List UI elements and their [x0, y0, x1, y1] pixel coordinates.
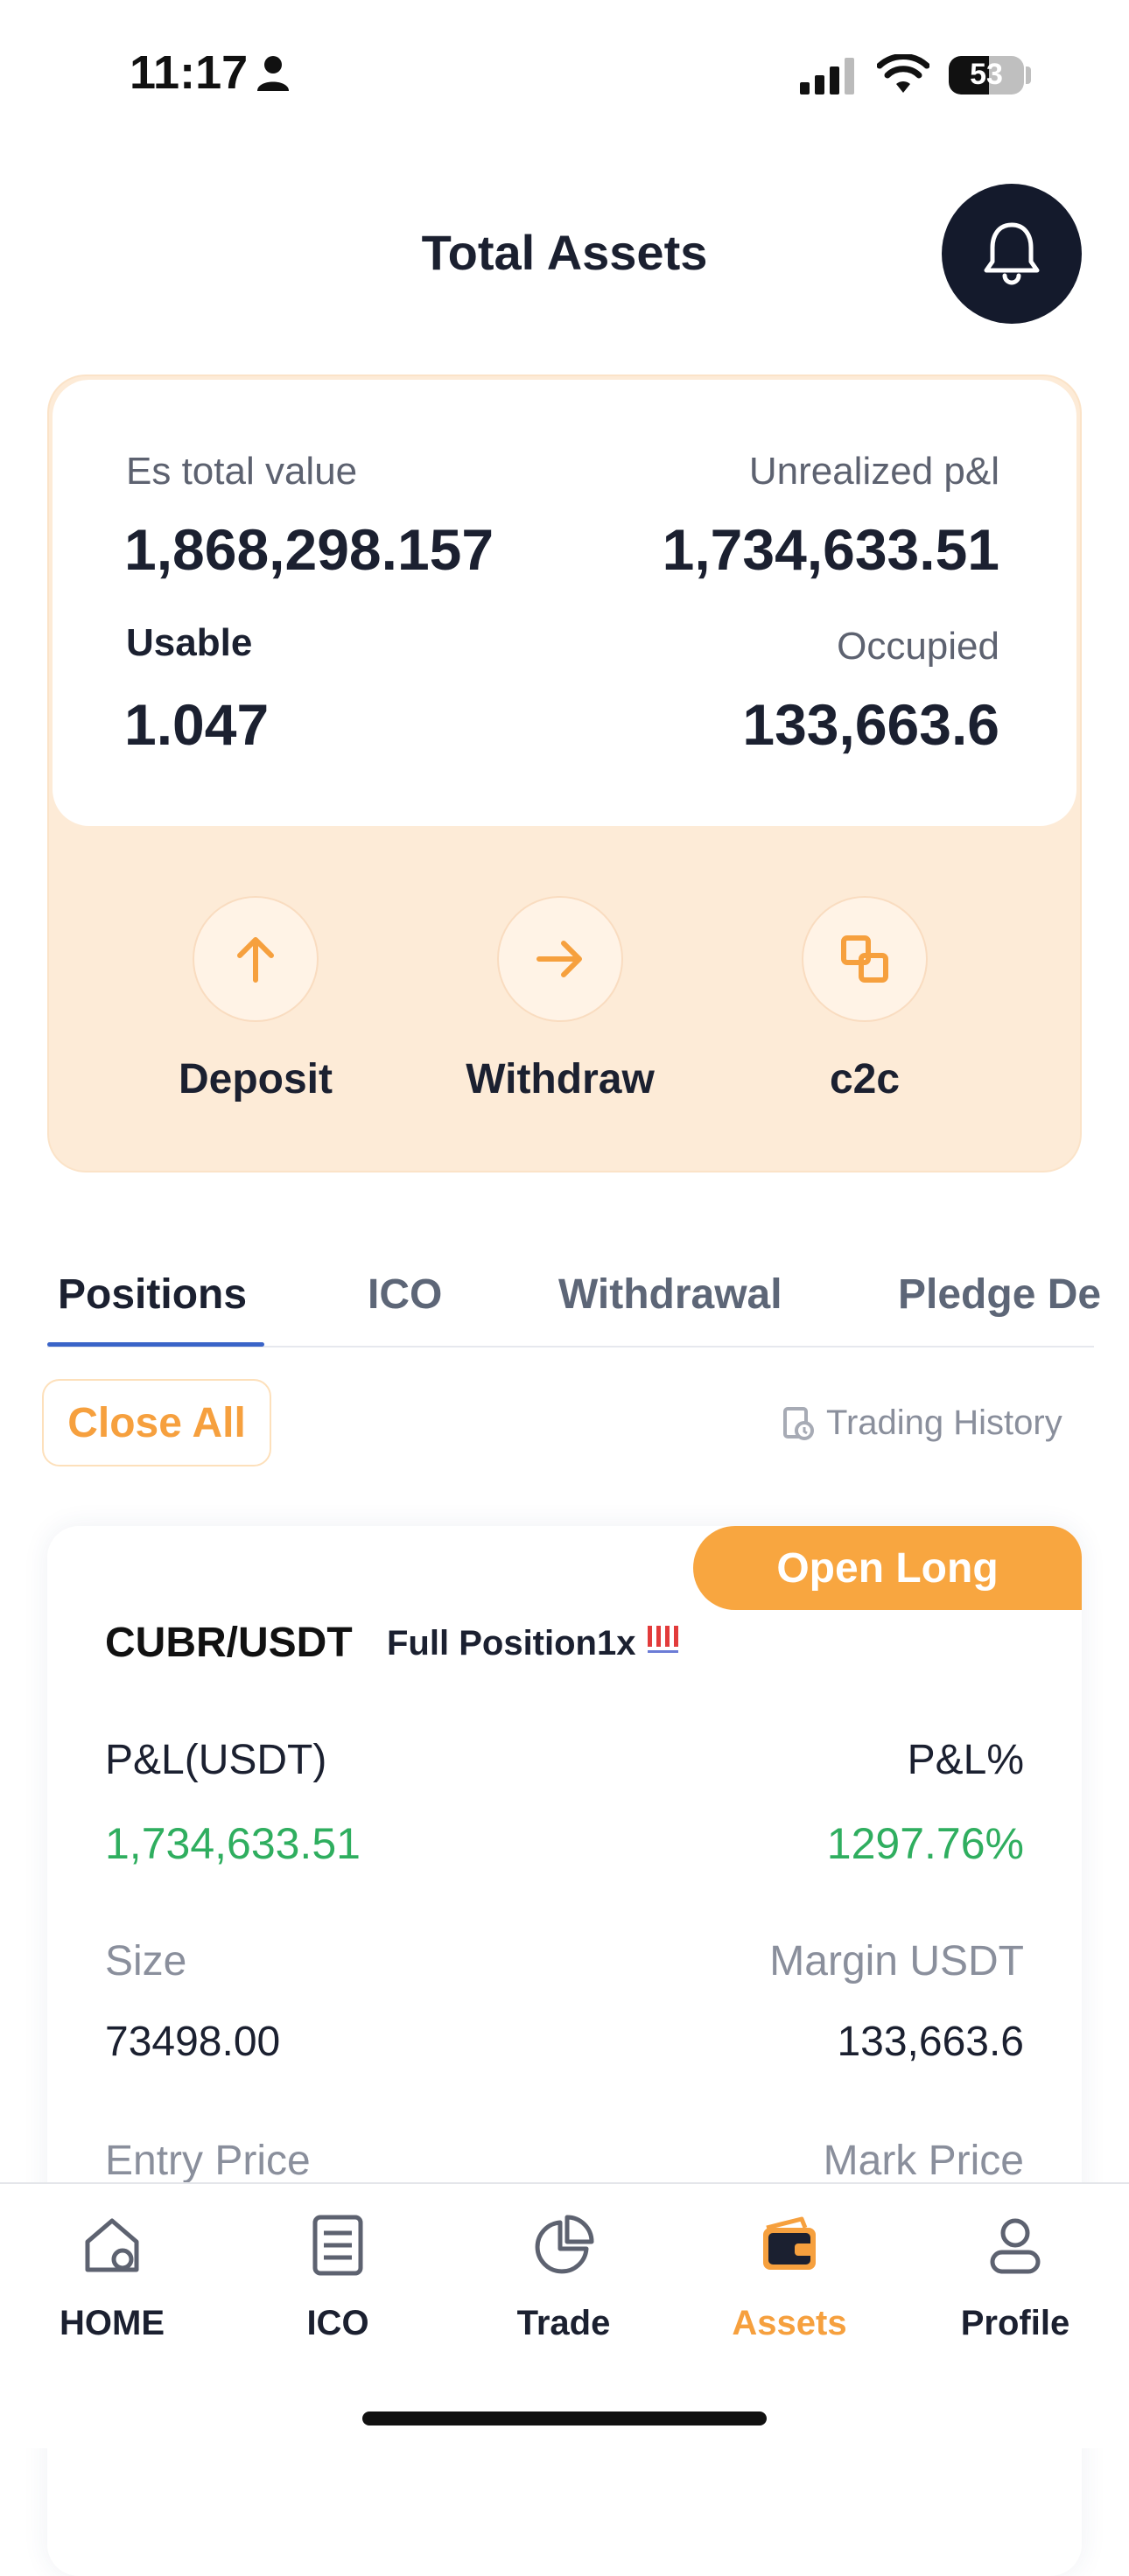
wallet-icon	[763, 2216, 816, 2270]
nav-trade-label: Trade	[516, 2304, 611, 2342]
size-label: Size	[105, 1938, 187, 1984]
pnl-pct-value: 1297.76%	[826, 1819, 1024, 1868]
es-total-label: Es total value	[126, 450, 358, 493]
person-icon	[257, 56, 289, 91]
wifi-icon	[877, 54, 929, 93]
nav-ico-label: ICO	[306, 2304, 369, 2342]
tab-positions[interactable]: Positions	[58, 1270, 247, 1319]
usable-value: 1.047	[124, 692, 270, 757]
withdraw-label: Withdraw	[466, 1056, 655, 1102]
pie-chart-icon	[535, 2215, 594, 2274]
withdraw-icon-circle	[497, 896, 623, 1022]
mark-price-label: Mark Price	[823, 2138, 1024, 2184]
pnl-value: 1,734,633.51	[105, 1819, 361, 1868]
history-icon	[783, 1406, 814, 1440]
notifications-button[interactable]	[942, 184, 1082, 324]
home-icon	[85, 2218, 139, 2272]
nav-home[interactable]: HOME	[25, 2210, 200, 2343]
entry-price-label: Entry Price	[105, 2138, 311, 2184]
c2c-icon-circle	[802, 896, 928, 1022]
deposit-button[interactable]: Deposit	[151, 896, 361, 1103]
nav-assets[interactable]: Assets	[702, 2210, 877, 2343]
c2c-button[interactable]: c2c	[760, 896, 970, 1103]
nav-assets-label: Assets	[732, 2304, 847, 2342]
deposit-label: Deposit	[178, 1056, 333, 1102]
open-long-badge: Open Long	[693, 1526, 1082, 1610]
arrow-up-icon	[237, 937, 274, 983]
exchange-icon	[841, 935, 888, 983]
bottom-nav: HOME ICO Trade Assets Profile	[0, 2182, 1129, 2448]
size-value: 73498.00	[105, 2019, 281, 2065]
assets-summary-card: Es total value 1,868,298.157 Unrealized …	[47, 374, 1082, 1172]
occupied-label: Occupied	[837, 625, 999, 668]
nav-ico[interactable]: ICO	[250, 2210, 425, 2343]
position-pair: CUBR/USDT	[105, 1620, 353, 1666]
bell-icon	[984, 222, 1040, 285]
tab-pledge[interactable]: Pledge De	[898, 1270, 1101, 1319]
status-time: 11:17	[130, 46, 249, 99]
tab-active-indicator	[47, 1342, 264, 1347]
margin-value: 133,663.6	[837, 2019, 1024, 2065]
tab-ico[interactable]: ICO	[368, 1270, 442, 1319]
signal-icon	[800, 58, 854, 94]
battery-cap	[1026, 66, 1031, 84]
user-icon	[990, 2218, 1041, 2274]
arrow-right-icon	[536, 941, 582, 977]
margin-label: Margin USDT	[769, 1938, 1024, 1984]
trading-history-label: Trading History	[826, 1404, 1062, 1442]
unrealized-pnl-value: 1,734,633.51	[662, 517, 999, 582]
occupied-value: 133,663.6	[742, 692, 999, 757]
battery-level: 53	[970, 58, 1003, 91]
withdraw-button[interactable]: Withdraw	[455, 896, 665, 1103]
nav-profile[interactable]: Profile	[928, 2210, 1103, 2343]
usable-label: Usable	[126, 621, 253, 664]
pnl-pct-label: P&L%	[907, 1737, 1024, 1783]
tab-withdrawal[interactable]: Withdrawal	[558, 1270, 782, 1319]
assets-values-panel: Es total value 1,868,298.157 Unrealized …	[53, 380, 1076, 826]
signal-bars-icon	[648, 1626, 678, 1653]
unrealized-pnl-label: Unrealized p&l	[748, 450, 999, 493]
position-type: Full Position1x	[387, 1624, 636, 1662]
nav-trade[interactable]: Trade	[476, 2210, 651, 2343]
close-all-button[interactable]: Close All	[42, 1379, 271, 1466]
battery-icon: 53	[949, 56, 1024, 94]
nav-profile-label: Profile	[960, 2304, 1070, 2342]
trading-history-link[interactable]: Trading History	[782, 1404, 1062, 1443]
home-indicator	[362, 2412, 767, 2426]
c2c-label: c2c	[829, 1056, 901, 1102]
es-total-value: 1,868,298.157	[124, 517, 494, 582]
document-icon	[312, 2215, 363, 2276]
pnl-label: P&L(USDT)	[105, 1737, 327, 1783]
deposit-icon-circle	[193, 896, 319, 1022]
nav-home-label: HOME	[60, 2304, 165, 2342]
